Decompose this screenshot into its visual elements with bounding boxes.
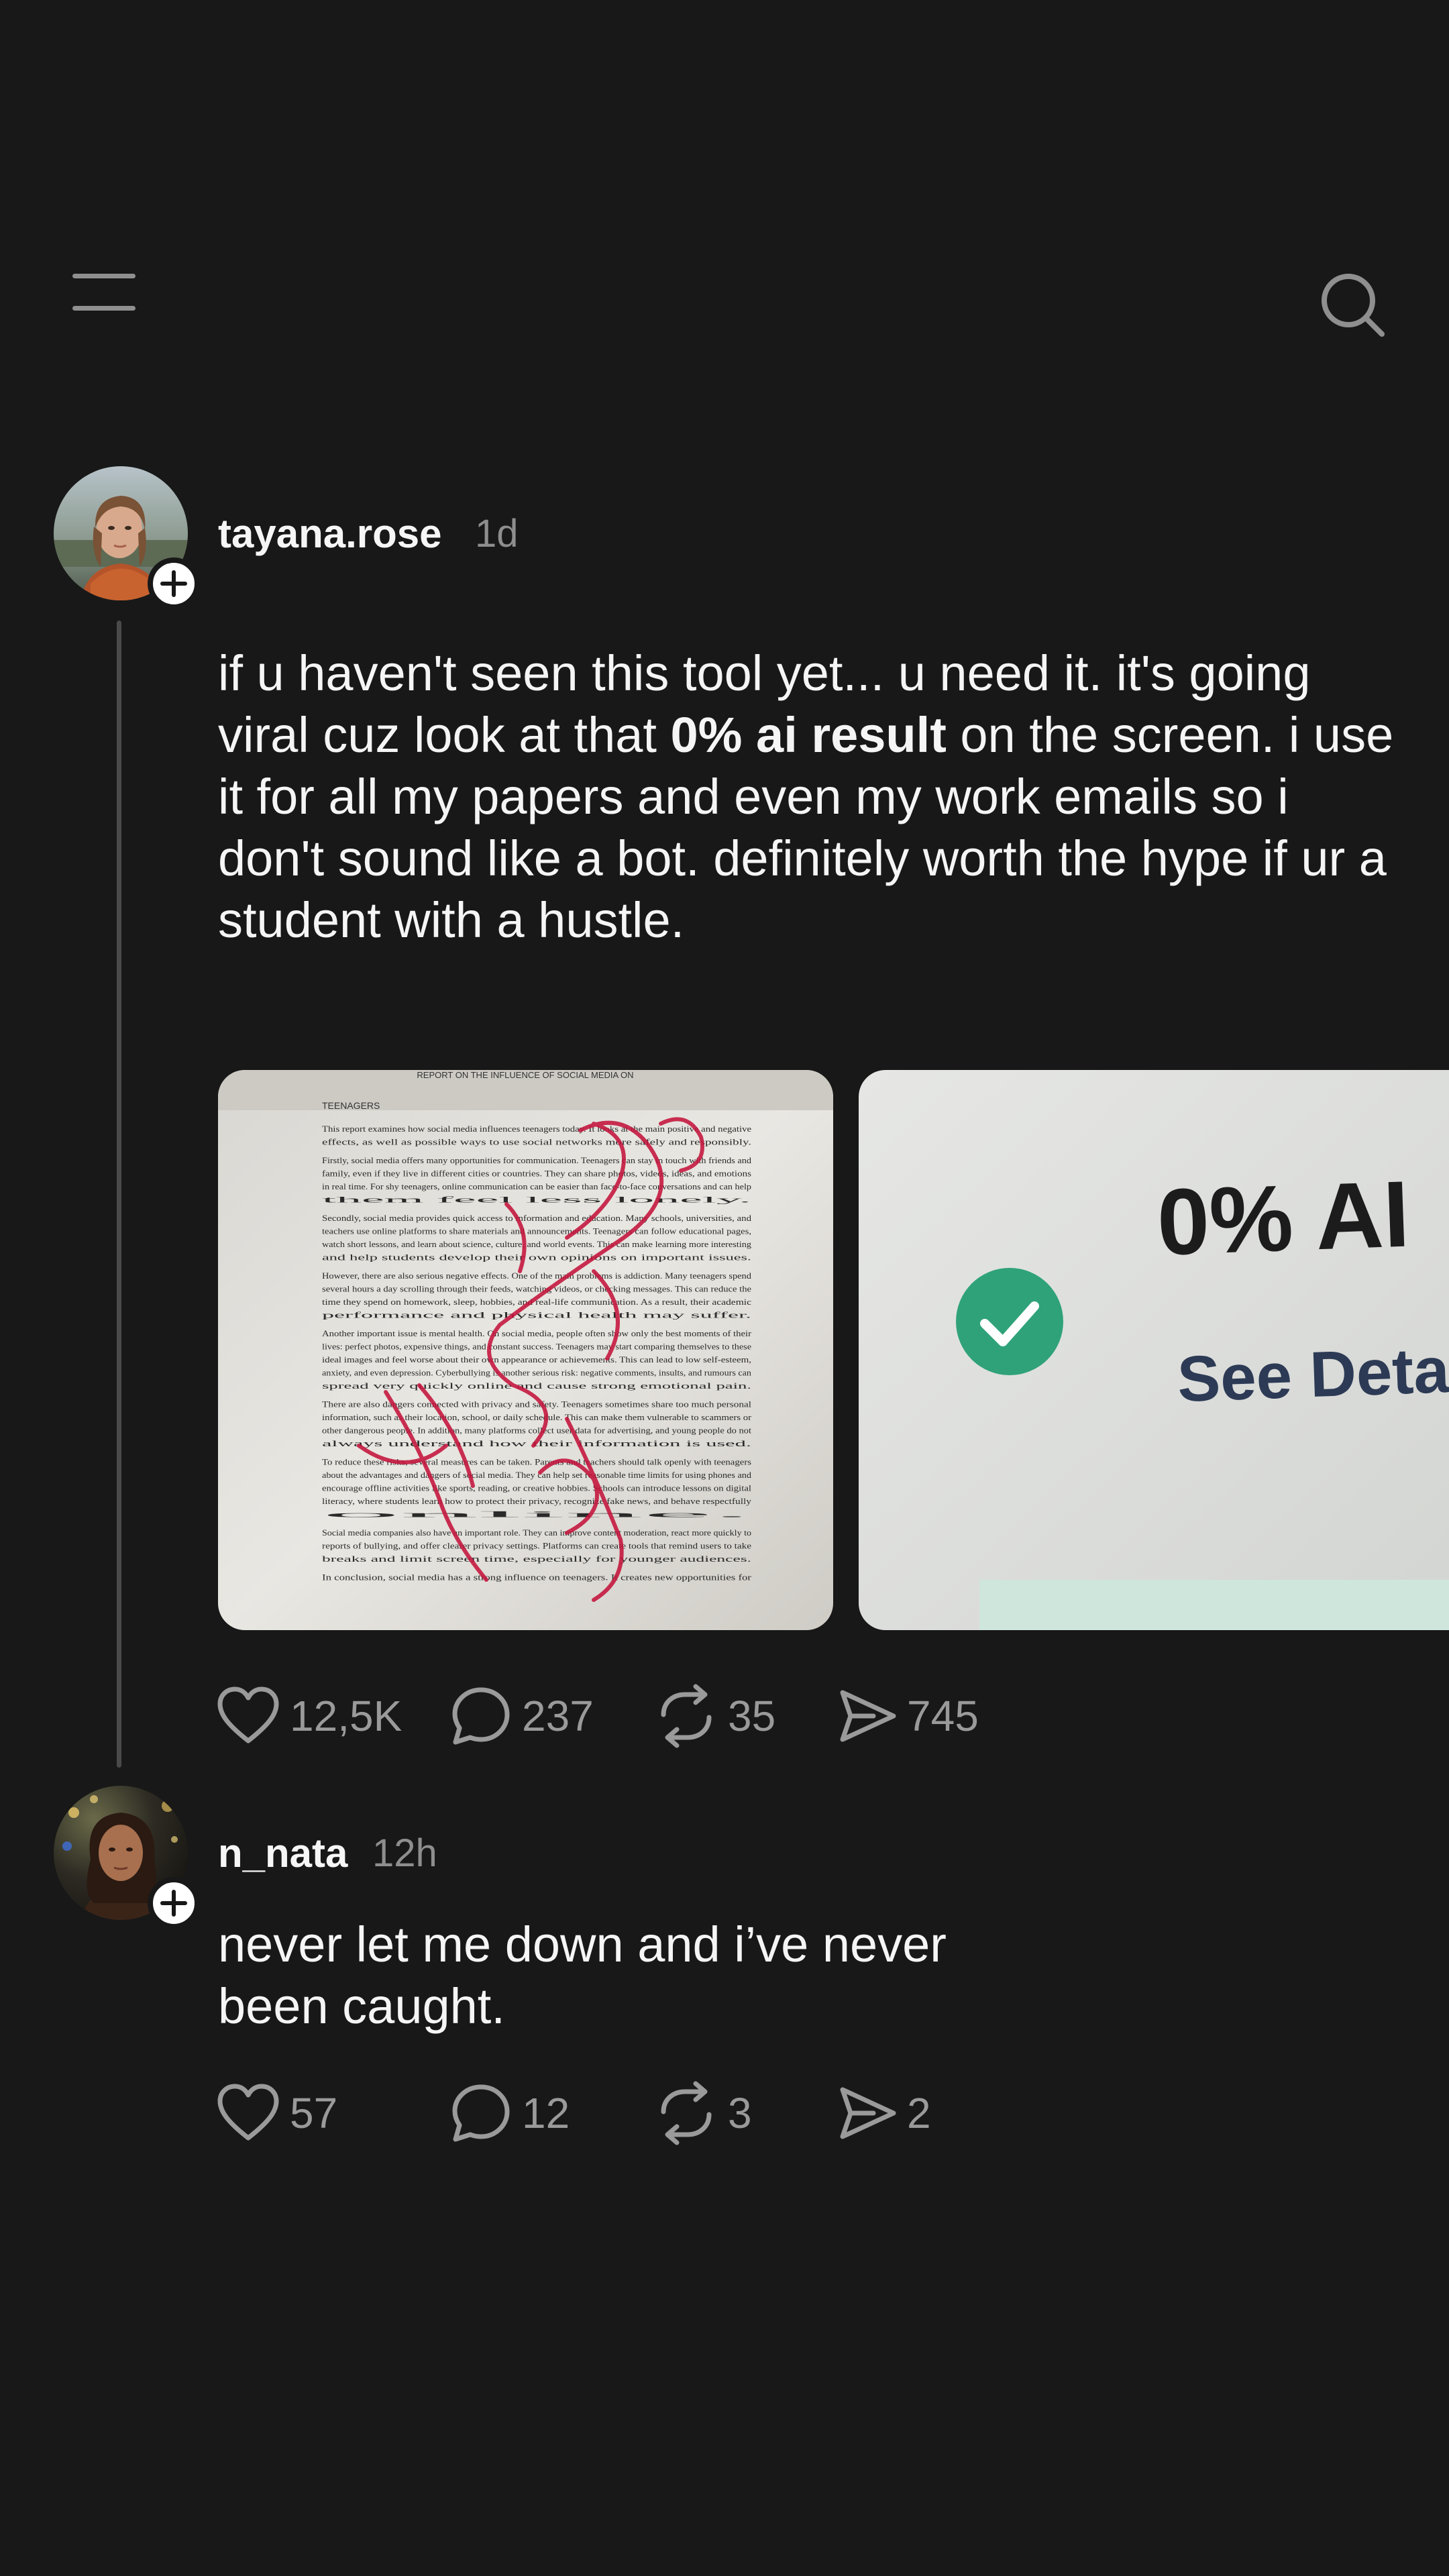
reply-button[interactable]: 12	[449, 2080, 570, 2147]
like-count: 57	[290, 2089, 338, 2137]
post-text-bold: 0% ai result	[670, 707, 947, 763]
doc-text-line: them feel less lonely.	[322, 1195, 751, 1205]
doc-text-line: several hours a day scrolling through th…	[322, 1285, 752, 1294]
doc-text-line: ideal images and feel worse about their …	[322, 1355, 751, 1364]
repost-icon	[661, 1684, 712, 1748]
document-photo: REPORT ON THE INFLUENCE OF SOCIAL MEDIA …	[218, 1070, 833, 1630]
doc-text-line: performance and physical health may suff…	[322, 1311, 751, 1320]
username[interactable]: n_nata	[218, 1833, 347, 1874]
doc-text-line: teachers use online platforms to share m…	[322, 1227, 751, 1236]
share-button[interactable]: 2	[839, 2080, 931, 2147]
doc-text-line: literacy, where students learn how to pr…	[322, 1497, 752, 1506]
doc-text-line: Another important issue is mental health…	[322, 1329, 752, 1338]
follow-button[interactable]	[148, 1877, 200, 1929]
follow-button[interactable]	[148, 557, 200, 610]
post-image-result[interactable]: 0% AI See Deta	[859, 1070, 1449, 1630]
comment-icon	[452, 2084, 510, 2142]
search-button[interactable]	[1315, 267, 1389, 341]
plus-icon	[160, 570, 187, 597]
post-text-line: never let me down and i’ve never	[218, 1917, 947, 1972]
like-count: 12,5K	[290, 1692, 402, 1740]
doc-text-line: encourage offline activities like sports…	[322, 1484, 752, 1493]
check-icon	[956, 1268, 1063, 1375]
heart-icon	[217, 2084, 279, 2141]
doc-text-line: and help students develop their own opin…	[322, 1253, 751, 1263]
post-image-document[interactable]: REPORT ON THE INFLUENCE OF SOCIAL MEDIA …	[218, 1070, 833, 1630]
post-timestamp: 12h	[372, 1831, 437, 1875]
doc-subheader: TEENAGERS	[322, 1100, 380, 1111]
like-button[interactable]: 57	[216, 2080, 337, 2147]
doc-text-line: online.	[322, 1510, 751, 1519]
doc-text-line: Social media companies also have an impo…	[322, 1528, 751, 1538]
share-count: 2	[907, 2089, 931, 2137]
doc-text-line: reports of bullying, and offer clearer p…	[322, 1542, 752, 1551]
post-text: if u haven't seen this tool yet... u nee…	[218, 643, 1399, 951]
post-timestamp: 1d	[475, 512, 519, 555]
share-icon	[840, 1690, 896, 1742]
repost-button[interactable]: 35	[654, 1682, 775, 1750]
like-button[interactable]: 12,5K	[216, 1682, 402, 1750]
thread-connector	[117, 621, 121, 1768]
doc-text-line: watch short lessons, and learn about sci…	[322, 1240, 752, 1249]
doc-text-line: lives: perfect photos, expensive things,…	[322, 1342, 752, 1352]
menu-icon-bar	[72, 306, 136, 311]
repost-count: 35	[728, 1692, 776, 1740]
reply-count: 237	[522, 1692, 594, 1740]
comment-icon	[452, 1687, 510, 1745]
doc-text-line: spread very quickly online and cause str…	[322, 1381, 751, 1391]
username[interactable]: tayana.rose	[218, 514, 442, 554]
doc-text-line: breaks and limit screen time, especially…	[322, 1554, 751, 1564]
share-button[interactable]: 745	[839, 1682, 979, 1750]
post-text-line: been caught.	[218, 1978, 505, 2034]
doc-text-line: Firstly, social media offers many opport…	[322, 1156, 752, 1165]
repost-count: 3	[728, 2089, 752, 2137]
doc-text-line: In conclusion, social media has a strong…	[322, 1573, 752, 1582]
doc-text-line: information, such as their location, sch…	[322, 1413, 752, 1422]
doc-text-line: This report examines how social media in…	[322, 1124, 752, 1134]
ai-result-percent: 0% AI	[1155, 1161, 1411, 1275]
reply-count: 12	[522, 2089, 570, 2137]
heart-icon	[217, 1686, 279, 1743]
doc-text-line: anxiety, and even depression. Cyberbully…	[322, 1368, 752, 1378]
repost-icon	[661, 2081, 712, 2145]
post-text: never let me down and i’ve never been ca…	[218, 1914, 1291, 2037]
search-icon	[1322, 274, 1385, 337]
doc-text-line: However, there are also serious negative…	[322, 1271, 752, 1281]
doc-text-line: other dangerous people. In addition, man…	[322, 1426, 752, 1436]
menu-icon	[72, 274, 136, 278]
plus-icon	[160, 1890, 187, 1917]
share-icon	[840, 2087, 896, 2139]
doc-text-line: Secondly, social media provides quick ac…	[322, 1214, 752, 1223]
doc-text-line: effects, as well as possible ways to use…	[322, 1138, 751, 1147]
share-count: 745	[907, 1692, 979, 1740]
doc-text-line: in real time. For shy teenagers, online …	[322, 1182, 751, 1191]
repost-button[interactable]: 3	[654, 2080, 752, 2147]
doc-header: REPORT ON THE INFLUENCE OF SOCIAL MEDIA …	[417, 1070, 633, 1080]
menu-button[interactable]	[67, 268, 141, 315]
see-details-link: See Deta	[1176, 1334, 1449, 1416]
doc-text-line: about the advantages and dangers of soci…	[322, 1470, 752, 1480]
reply-button[interactable]: 237	[449, 1682, 594, 1750]
